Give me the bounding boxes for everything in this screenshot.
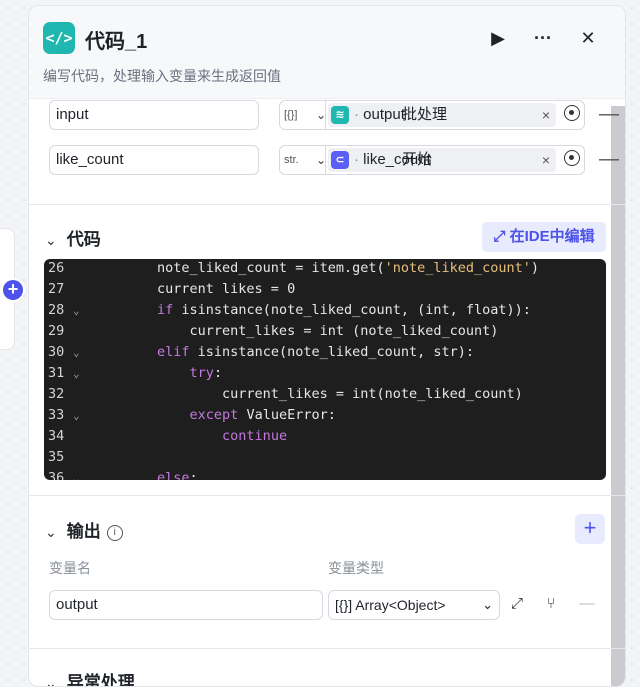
start-icon: ⊂ xyxy=(331,151,349,169)
node-description: 编写代码，处理输入变量来生成返回值 xyxy=(43,68,281,84)
fold-chevron-icon[interactable]: ⌄ xyxy=(73,405,80,426)
code-text: current likes = 0 xyxy=(92,281,296,297)
code-text: elif isinstance(note_liked_count, str): xyxy=(157,344,475,360)
code-text: if isinstance(note_liked_count, (int, fl… xyxy=(157,302,531,318)
code-text: except ValueError: xyxy=(189,407,336,423)
code-text: current_likes = int(note_liked_count) xyxy=(92,386,523,402)
line-number: 29 xyxy=(48,323,65,339)
variable-picker-icon[interactable] xyxy=(564,105,580,121)
input-name-field[interactable]: like_count xyxy=(49,145,259,175)
code-line[interactable]: 31 ⌄ try: xyxy=(44,363,606,384)
panel-scrollbar[interactable] xyxy=(611,106,625,686)
close-icon[interactable]: ✕ xyxy=(574,24,602,52)
more-options-icon[interactable]: ··· xyxy=(529,24,557,52)
code-node-panel: </> 代码_1 ▶ ··· ✕ 编写代码，处理输入变量来生成返回值 input… xyxy=(28,5,626,687)
section-divider xyxy=(29,648,625,649)
fold-chevron-icon[interactable]: ⌄ xyxy=(73,300,80,321)
expand-icon: ⤢ xyxy=(493,228,510,245)
line-number: 31 xyxy=(48,365,65,381)
line-number: 30 xyxy=(48,344,65,360)
code-line[interactable]: 35 xyxy=(44,447,606,468)
remove-input-button[interactable]: — xyxy=(599,100,619,128)
variable-picker-icon[interactable] xyxy=(564,150,580,166)
code-line[interactable]: 30 ⌄ elif isinstance(note_liked_count, st… xyxy=(44,342,606,363)
chevron-down-icon: ⌄ xyxy=(45,675,57,687)
clear-reference-icon[interactable]: × xyxy=(542,103,550,127)
source-node-name: 开始 xyxy=(402,151,433,168)
source-variable-name: output xyxy=(363,106,405,123)
panel-header: </> 代码_1 ▶ ··· ✕ 编写代码，处理输入变量来生成返回值 xyxy=(29,6,625,99)
column-label-type: 变量类型 xyxy=(328,560,384,576)
chevron-down-icon: ⌄ xyxy=(45,524,57,540)
array-type-icon: [{}] xyxy=(284,109,298,121)
code-line[interactable]: 32 current_likes = int(note_liked_count) xyxy=(44,384,606,405)
code-line[interactable]: 27 current likes = 0 xyxy=(44,279,606,300)
code-node-icon: </> xyxy=(43,22,75,54)
line-number: 35 xyxy=(48,449,65,465)
fold-chevron-icon[interactable]: ⌄ xyxy=(73,468,80,480)
section-divider xyxy=(29,204,625,205)
array-type-icon: [{}] xyxy=(335,597,353,613)
expand-icon[interactable]: ⤢ xyxy=(505,590,529,618)
line-number: 32 xyxy=(48,386,65,402)
line-number: 34 xyxy=(48,428,65,444)
fold-chevron-icon[interactable]: ⌄ xyxy=(73,363,80,384)
section-divider xyxy=(29,495,625,496)
output-type-select[interactable]: [{}] Array<Object> ⌄ xyxy=(328,590,500,620)
reference-chip: ≋ 批处理 · output × xyxy=(328,103,556,127)
input-reference-field[interactable]: ⊂ 开始 · like_count × xyxy=(325,145,585,175)
code-editor[interactable]: 26 note_liked_count = item.get('note_lik… xyxy=(44,259,606,480)
output-name-field[interactable]: output xyxy=(49,590,323,620)
exception-section-title: 异常处理 xyxy=(66,673,135,687)
line-number: 33 xyxy=(48,407,65,423)
input-reference-field[interactable]: ≋ 批处理 · output × xyxy=(325,100,585,130)
code-text: continue xyxy=(222,428,288,444)
add-output-button[interactable]: + xyxy=(575,514,605,544)
code-line[interactable]: 33 ⌄ except ValueError: xyxy=(44,405,606,426)
code-text: current_likes = int (note_liked_count) xyxy=(92,323,499,339)
code-section-header[interactable]: ⌄ 代码 xyxy=(45,225,101,250)
add-node-handle-icon[interactable]: + xyxy=(3,280,23,300)
input-type-select[interactable]: str. ⌄ xyxy=(279,145,331,175)
code-section-title: 代码 xyxy=(66,230,101,249)
code-text: note_liked_count = item.get('note_liked_… xyxy=(92,260,540,276)
line-number: 26 xyxy=(48,260,65,276)
input-type-select[interactable]: [{}] ⌄ xyxy=(279,100,331,130)
reference-chip: ⊂ 开始 · like_count × xyxy=(328,148,556,172)
code-line[interactable]: 29 current_likes = int (note_liked_count… xyxy=(44,321,606,342)
output-type-value: Array<Object> xyxy=(355,597,446,613)
chevron-down-icon: ⌄ xyxy=(45,232,57,248)
node-title[interactable]: 代码_1 xyxy=(85,25,147,54)
run-icon[interactable]: ▶ xyxy=(484,24,512,52)
code-text: try: xyxy=(189,365,223,381)
code-line[interactable]: 28 ⌄ if isinstance(note_liked_count, (int… xyxy=(44,300,606,321)
line-number: 27 xyxy=(48,281,65,297)
chevron-down-icon: ⌄ xyxy=(482,597,493,612)
code-line[interactable]: 36 ⌄ else: xyxy=(44,468,606,480)
column-label-name: 变量名 xyxy=(49,560,91,576)
fold-chevron-icon[interactable]: ⌄ xyxy=(73,342,80,363)
source-node-name: 批处理 xyxy=(402,106,448,123)
code-line[interactable]: 26 note_liked_count = item.get('note_lik… xyxy=(44,259,606,279)
output-section-header[interactable]: ⌄ 输出 i xyxy=(45,517,123,542)
string-type-icon: str. xyxy=(284,154,299,166)
exception-section-header[interactable]: ⌄ 异常处理 xyxy=(45,668,135,687)
edit-in-ide-label: 在IDE中编辑 xyxy=(509,228,595,245)
line-number: 28 xyxy=(48,302,65,318)
line-number: 36 xyxy=(48,470,65,480)
remove-input-button[interactable]: — xyxy=(599,145,619,173)
code-line[interactable]: 34 continue xyxy=(44,426,606,447)
code-text: else: xyxy=(157,470,198,480)
output-section-title: 输出 xyxy=(66,522,101,541)
clear-reference-icon[interactable]: × xyxy=(542,148,550,172)
input-name-field[interactable]: input xyxy=(49,100,259,130)
edit-in-ide-button[interactable]: ⤢ 在IDE中编辑 xyxy=(482,222,606,252)
remove-output-button[interactable]: — xyxy=(575,590,599,618)
layers-icon: ≋ xyxy=(331,106,349,124)
add-child-icon[interactable]: ⑂ xyxy=(539,590,563,618)
info-icon[interactable]: i xyxy=(106,525,123,541)
